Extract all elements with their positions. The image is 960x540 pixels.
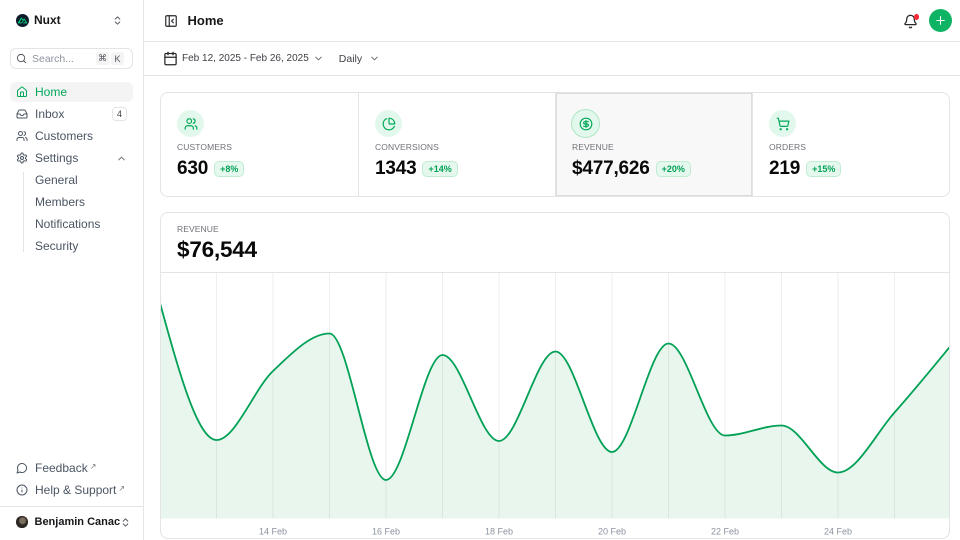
svg-text:24 Feb: 24 Feb bbox=[824, 527, 852, 537]
svg-text:18 Feb: 18 Feb bbox=[485, 527, 513, 537]
svg-text:16 Feb: 16 Feb bbox=[372, 527, 400, 537]
svg-text:20 Feb: 20 Feb bbox=[598, 527, 626, 537]
svg-text:22 Feb: 22 Feb bbox=[711, 527, 739, 537]
svg-text:14 Feb: 14 Feb bbox=[259, 527, 287, 537]
